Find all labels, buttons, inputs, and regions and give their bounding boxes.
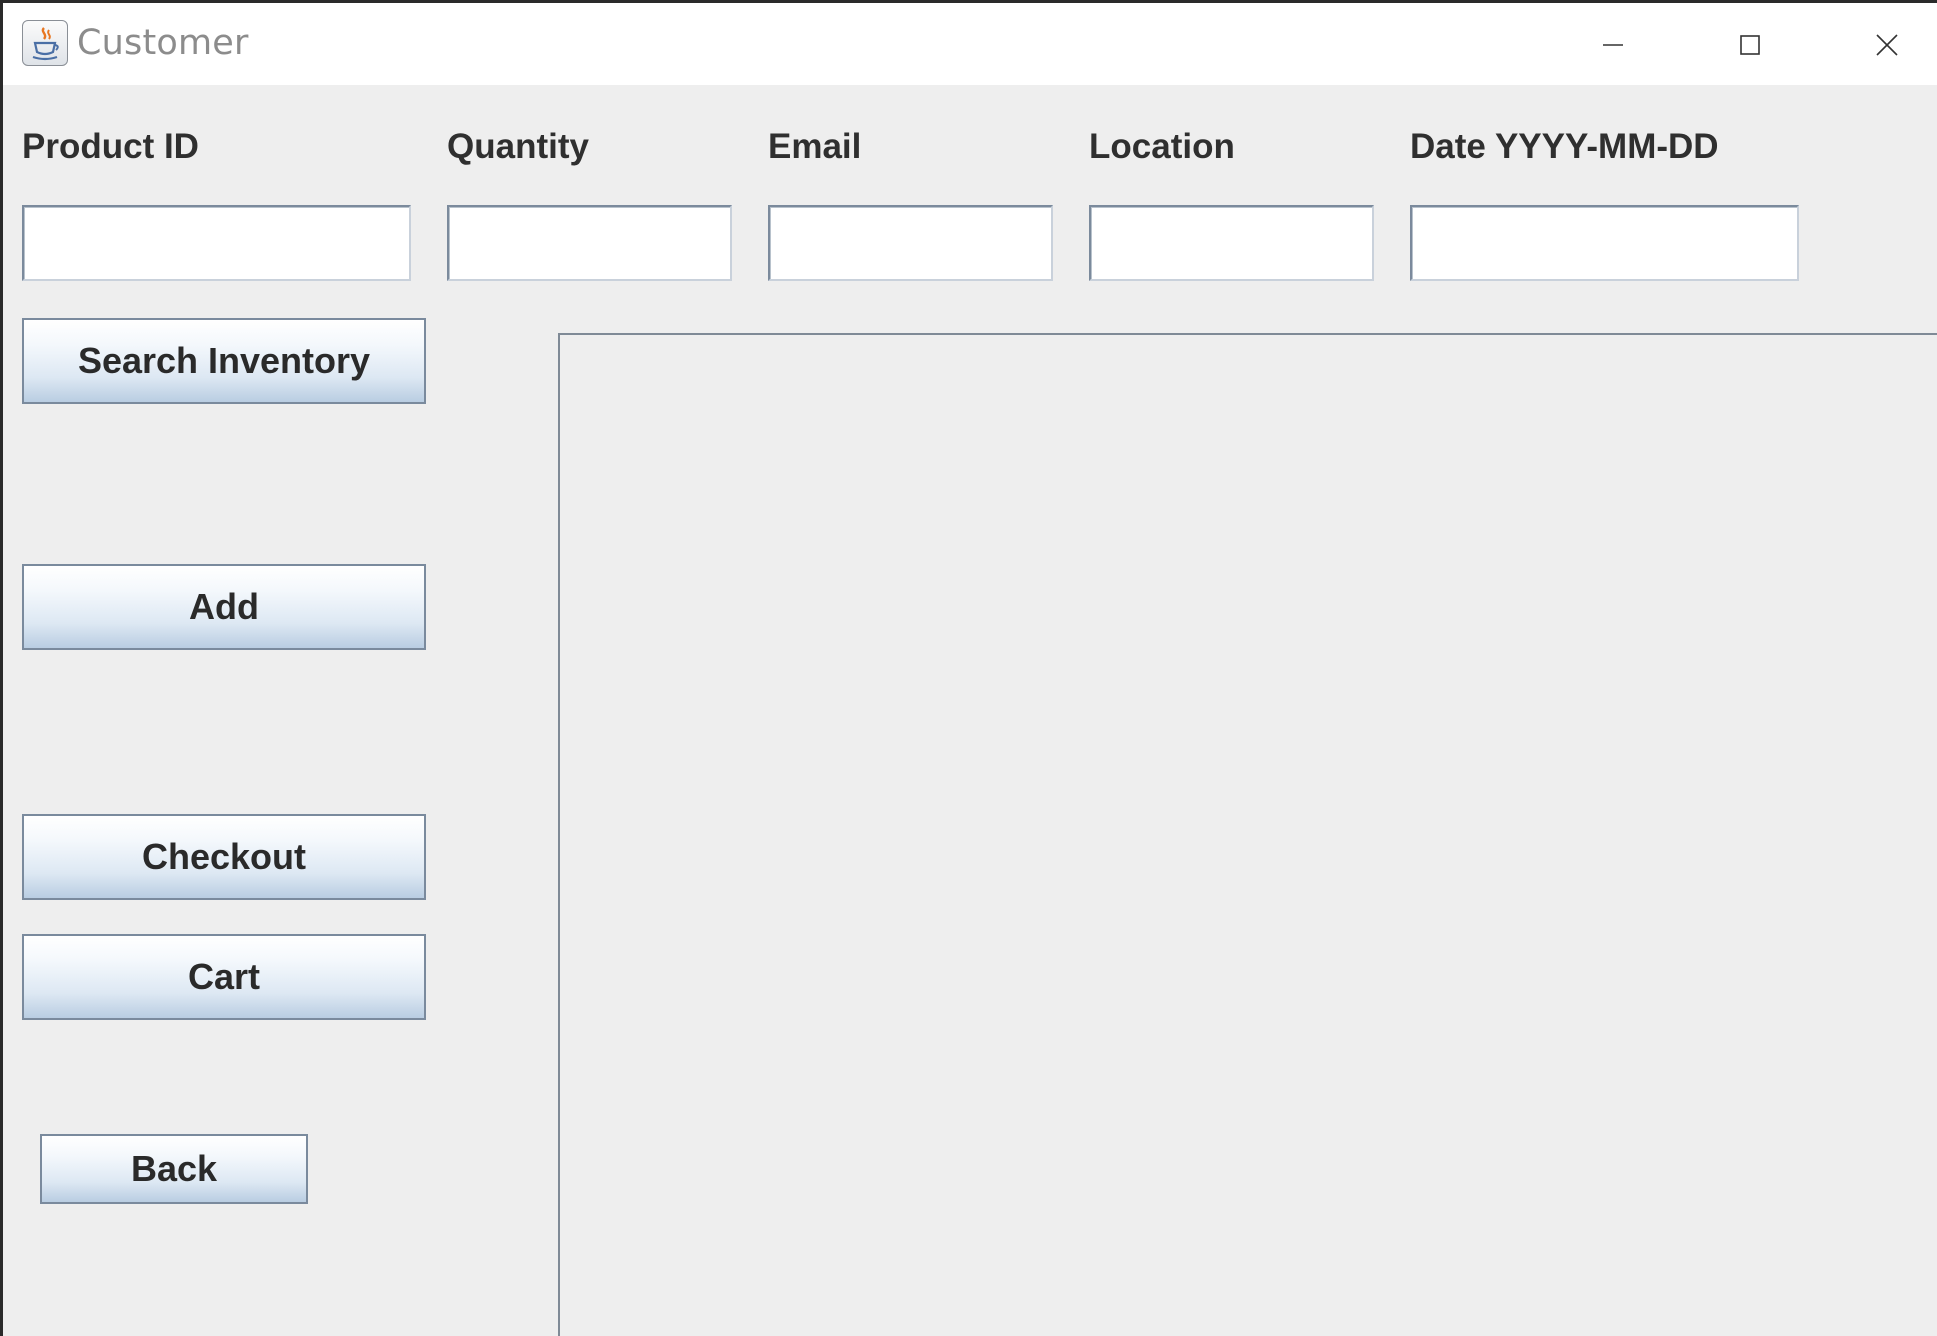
quantity-input[interactable] <box>447 205 732 281</box>
date-label: Date YYYY-MM-DD <box>1410 127 1719 166</box>
results-panel[interactable] <box>558 333 1937 1336</box>
minimize-button[interactable] <box>1578 17 1648 72</box>
search-inventory-button[interactable]: Search Inventory <box>22 318 426 404</box>
date-input[interactable] <box>1410 205 1799 281</box>
maximize-icon <box>1740 35 1760 55</box>
window-title: Customer <box>77 23 249 63</box>
email-input[interactable] <box>768 205 1053 281</box>
product-id-label: Product ID <box>22 127 199 166</box>
location-label: Location <box>1089 127 1235 166</box>
close-icon <box>1876 34 1898 56</box>
location-input[interactable] <box>1089 205 1374 281</box>
quantity-label: Quantity <box>447 127 589 166</box>
cart-button[interactable]: Cart <box>22 934 426 1020</box>
customer-window: Customer Product ID Quantity Email Locat… <box>0 0 1937 1336</box>
add-button[interactable]: Add <box>22 564 426 650</box>
checkout-button[interactable]: Checkout <box>22 814 426 900</box>
back-button[interactable]: Back <box>40 1134 308 1204</box>
email-label: Email <box>768 127 862 166</box>
close-button[interactable] <box>1852 17 1922 72</box>
product-id-input[interactable] <box>22 205 411 281</box>
minimize-icon <box>1603 44 1623 46</box>
java-coffee-cup-icon <box>22 20 68 66</box>
title-bar[interactable]: Customer <box>3 3 1937 85</box>
maximize-button[interactable] <box>1715 17 1785 72</box>
